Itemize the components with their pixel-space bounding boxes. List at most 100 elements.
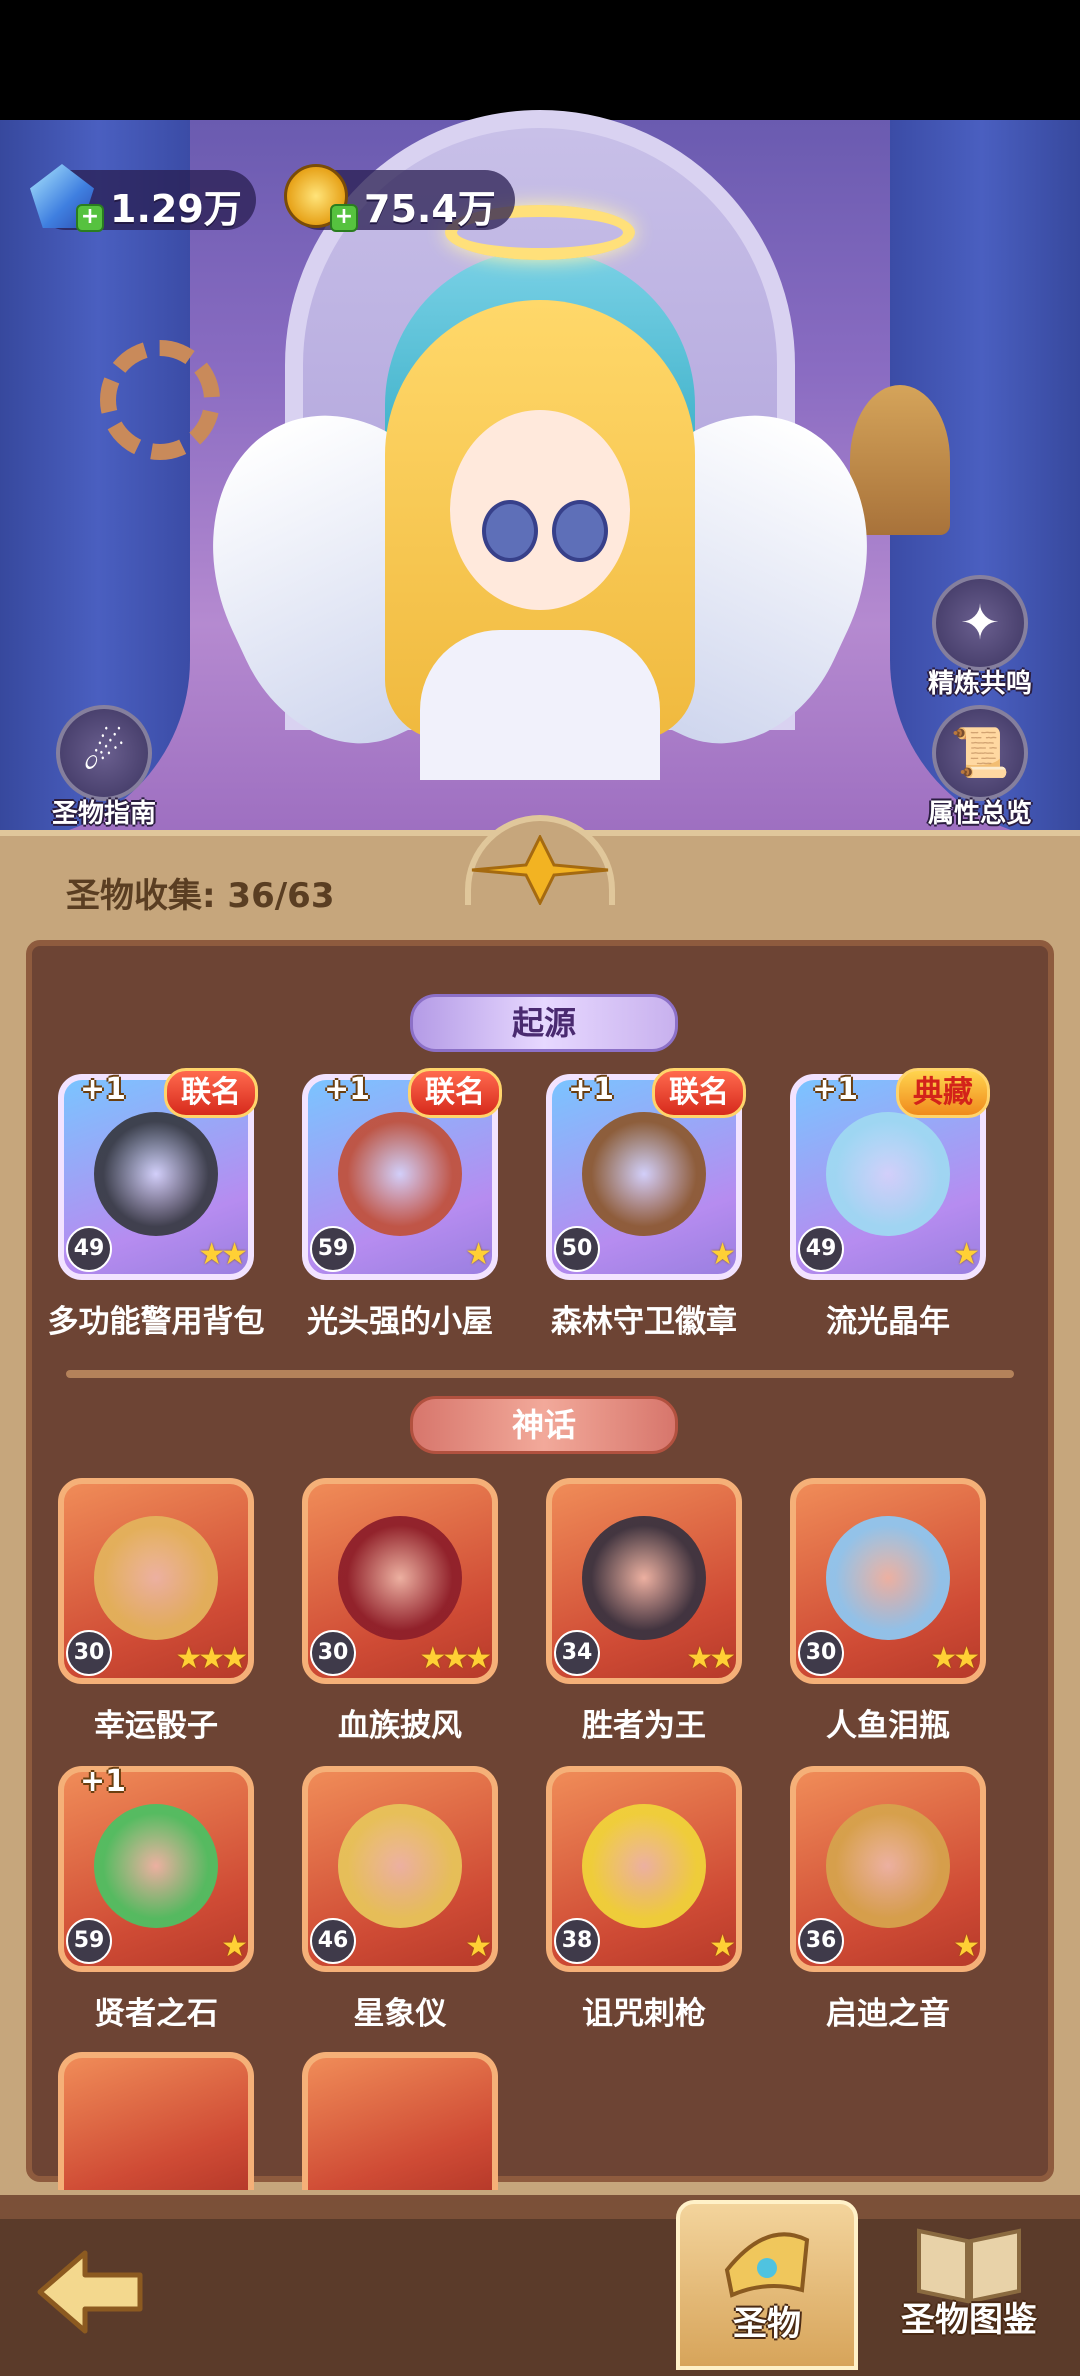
relic-level: 49 — [798, 1226, 844, 1272]
tab-codex-label: 圣物图鉴 — [901, 2300, 1037, 2340]
add-gold-icon[interactable]: + — [330, 204, 358, 232]
collection-progress: 圣物收集: 36/63 — [66, 876, 335, 916]
relic-art-icon — [338, 1804, 462, 1928]
relic-art-icon — [582, 1112, 706, 1236]
relic-card[interactable]: 34 ★★ — [546, 1478, 742, 1684]
attribute-overview-button[interactable]: 📜 属性总览 — [920, 705, 1040, 830]
plus-one-badge: +1 — [812, 1072, 859, 1107]
collab-tag: 联名 — [408, 1068, 502, 1118]
star-rating: ★ — [465, 1929, 492, 1964]
refine-resonance-button[interactable]: ✦ 精炼共鸣 — [920, 575, 1040, 700]
relic-card[interactable]: 30 ★★★ — [58, 1478, 254, 1684]
star-rating: ★★ — [198, 1237, 248, 1272]
star-ornament-icon — [471, 835, 609, 905]
plus-one-badge: +1 — [80, 1072, 127, 1107]
guide-icon: ☄ — [56, 705, 152, 801]
attributes-label: 属性总览 — [927, 799, 1032, 829]
collab-tag: 典藏 — [896, 1068, 990, 1118]
relic-name: 启迪之音 — [826, 1996, 950, 2032]
plus-one-badge: +1 — [568, 1072, 615, 1107]
relic-art-icon — [94, 1112, 218, 1236]
relic-card[interactable]: 30 ★★ — [790, 1478, 986, 1684]
sparkle-icon: ✦ — [932, 575, 1028, 671]
relic-art-icon — [582, 1516, 706, 1640]
star-rating: ★★ — [686, 1641, 736, 1676]
relic-card[interactable]: +1 联名 50 ★ — [546, 1068, 746, 1280]
gold-counter[interactable]: + 75.4万 — [284, 164, 515, 232]
section-origin-title: 起源 — [410, 994, 678, 1052]
section-myth-title: 神话 — [410, 1396, 678, 1454]
relic-card[interactable]: +1 59 ★ — [58, 1764, 254, 1972]
relic-name: 光头强的小屋 — [307, 1304, 493, 1340]
guide-label: 圣物指南 — [51, 799, 156, 829]
relic-card-partial[interactable] — [58, 2052, 254, 2190]
gear-decoration — [100, 340, 220, 460]
relic-name: 胜者为王 — [582, 1708, 706, 1744]
section-divider — [66, 1370, 1014, 1378]
relic-level: 36 — [798, 1918, 844, 1964]
star-rating: ★★★ — [175, 1641, 248, 1676]
add-diamond-icon[interactable]: + — [76, 204, 104, 232]
relic-art-icon — [826, 1516, 950, 1640]
relic-name: 诅咒刺枪 — [582, 1996, 706, 2032]
diamond-value: 1.29万 — [110, 187, 242, 231]
star-rating: ★ — [953, 1237, 980, 1272]
relic-level: 30 — [798, 1630, 844, 1676]
relic-card[interactable]: +1 联名 59 ★ — [302, 1068, 502, 1280]
angel-eye-right — [552, 500, 608, 562]
relic-art-icon — [582, 1804, 706, 1928]
star-rating: ★ — [953, 1929, 980, 1964]
relic-level: 50 — [554, 1226, 600, 1272]
relic-card-partial[interactable] — [302, 2052, 498, 2190]
relic-art-icon — [826, 1112, 950, 1236]
relic-name: 人鱼泪瓶 — [826, 1708, 950, 1744]
star-rating: ★ — [221, 1929, 248, 1964]
relic-card[interactable]: +1 典藏 49 ★ — [790, 1068, 990, 1280]
chalice-decoration — [850, 385, 950, 535]
relic-card[interactable]: 30 ★★★ — [302, 1478, 498, 1684]
angel-face — [450, 410, 630, 610]
relic-guide-button[interactable]: ☄ 圣物指南 — [44, 705, 164, 830]
relic-level: 38 — [554, 1918, 600, 1964]
relic-name: 星象仪 — [353, 1996, 447, 2032]
star-rating: ★ — [465, 1237, 492, 1272]
plus-one-badge: +1 — [80, 1764, 127, 1799]
star-rating: ★ — [709, 1237, 736, 1272]
back-arrow-icon[interactable] — [30, 2245, 150, 2340]
star-rating: ★★★ — [419, 1641, 492, 1676]
relic-name: 流光晶年 — [826, 1304, 950, 1340]
gold-value: 75.4万 — [364, 187, 496, 231]
collab-tag: 联名 — [164, 1068, 258, 1118]
relic-level: 59 — [310, 1226, 356, 1272]
relic-level: 34 — [554, 1630, 600, 1676]
relic-name: 多功能警用背包 — [47, 1304, 265, 1340]
relic-level: 46 — [310, 1918, 356, 1964]
star-rating: ★ — [709, 1929, 736, 1964]
relic-art-icon — [94, 1516, 218, 1640]
relic-level: 49 — [66, 1226, 112, 1272]
relic-level: 30 — [310, 1630, 356, 1676]
relic-art-icon — [338, 1516, 462, 1640]
refine-label: 精炼共鸣 — [927, 669, 1032, 699]
tab-codex[interactable]: 圣物图鉴 — [878, 2200, 1060, 2370]
relic-card[interactable]: 36 ★ — [790, 1766, 986, 1972]
relic-art-icon — [338, 1112, 462, 1236]
relic-art-icon — [94, 1804, 218, 1928]
relic-name: 血族披风 — [338, 1708, 462, 1744]
relic-name: 森林守卫徽章 — [551, 1304, 737, 1340]
relic-name: 贤者之石 — [94, 1996, 218, 2032]
relic-card[interactable]: 46 ★ — [302, 1766, 498, 1972]
angel-robe — [420, 630, 660, 780]
tab-relics[interactable]: 圣物 — [676, 2200, 858, 2370]
relic-name: 幸运骰子 — [94, 1708, 218, 1744]
collab-tag: 联名 — [652, 1068, 746, 1118]
relic-art-icon — [826, 1804, 950, 1928]
relic-card[interactable]: 38 ★ — [546, 1766, 742, 1972]
scroll-icon: 📜 — [932, 705, 1028, 801]
angel-eye-left — [482, 500, 538, 562]
relic-level: 59 — [66, 1918, 112, 1964]
diamond-counter[interactable]: + 1.29万 — [30, 164, 256, 232]
relic-level: 30 — [66, 1630, 112, 1676]
relic-card[interactable]: +1 联名 49 ★★ — [58, 1068, 258, 1280]
plus-one-badge: +1 — [324, 1072, 371, 1107]
